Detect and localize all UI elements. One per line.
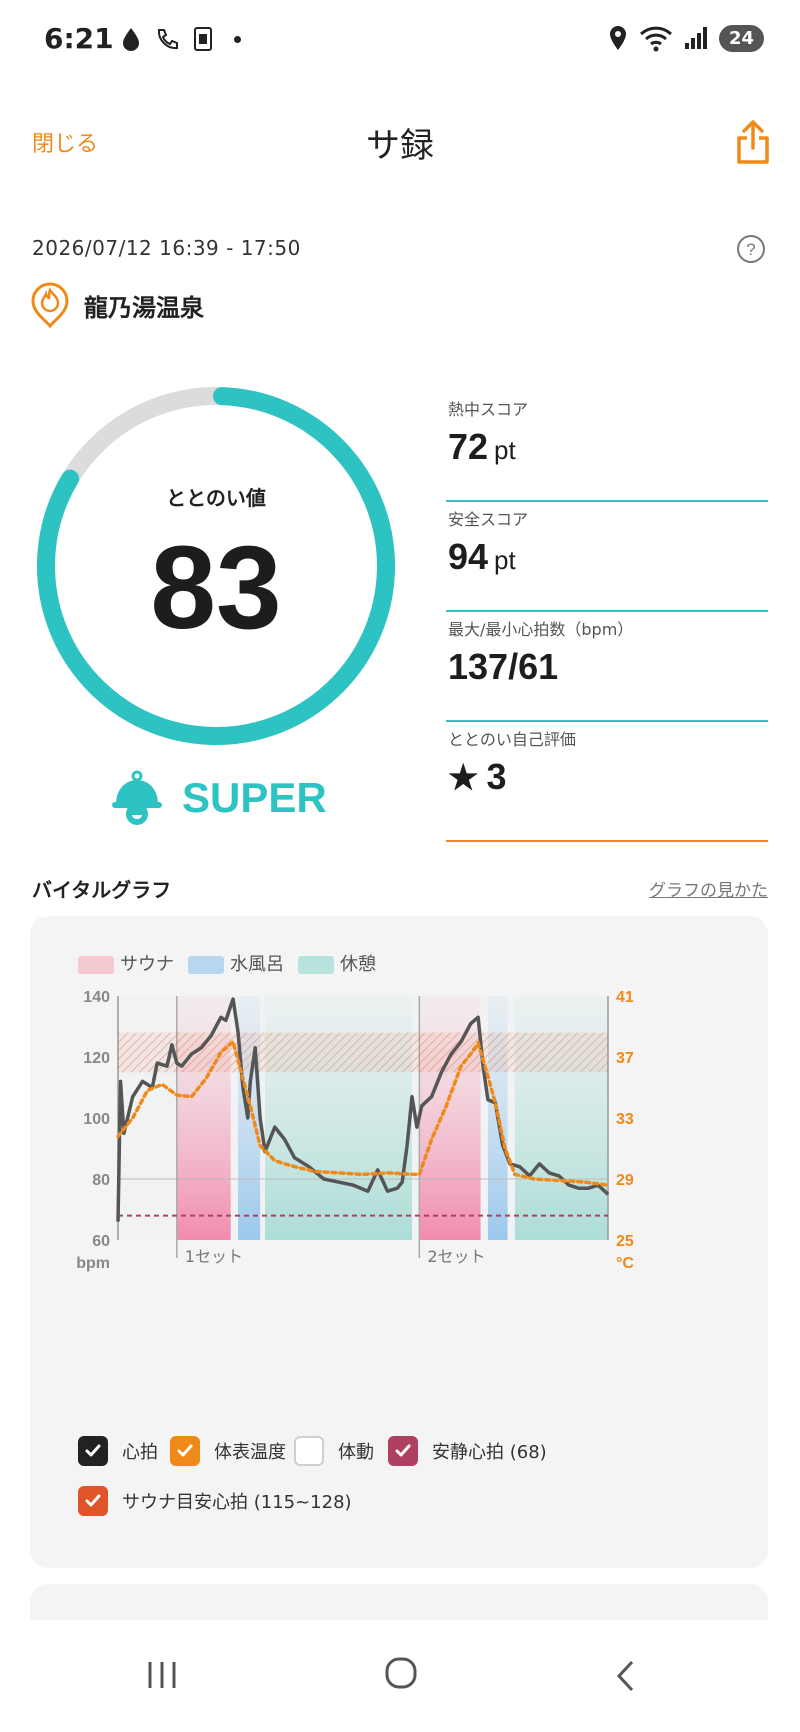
home-button[interactable] <box>384 1656 418 1694</box>
signal-icon <box>684 27 707 49</box>
clock: 6:21 <box>44 22 114 55</box>
checkbox-skin-temp[interactable] <box>170 1436 200 1466</box>
phase-legend: サウナ 水風呂 休憩 <box>78 950 376 976</box>
heat-score-value: 72 <box>448 426 489 467</box>
heart-rate-range-value: 137/61 <box>448 646 559 687</box>
sauna-hat-mascot-icon <box>112 770 162 825</box>
svg-text:?: ? <box>746 240 755 259</box>
rank-row: SUPER <box>110 770 327 826</box>
legend-cold-swatch <box>188 956 224 974</box>
left-tick-label: 140 <box>83 989 110 1006</box>
left-tick-label: 60 <box>92 1233 110 1250</box>
back-button[interactable] <box>614 1660 638 1696</box>
toggle-heart-rate[interactable]: 心拍 <box>78 1436 158 1466</box>
gauge-value: 83 <box>150 522 282 654</box>
phase-sauna <box>176 996 231 1240</box>
gauge-label: ととのい値 <box>166 486 266 510</box>
graph-help-link[interactable]: グラフの見かた <box>649 876 768 901</box>
place-name: 龍乃湯温泉 <box>84 293 204 322</box>
heat-score: 熱中スコア 72 pt <box>446 392 768 502</box>
location-icon <box>609 26 626 50</box>
left-tick-label: 120 <box>83 1050 110 1067</box>
dot-icon <box>234 35 241 43</box>
checkbox-body-motion[interactable] <box>294 1436 324 1466</box>
legend-rest: 休憩 <box>298 950 376 976</box>
checkbox-sauna-target-hr[interactable] <box>78 1486 108 1516</box>
set-label-2: 2セット <box>427 1247 485 1266</box>
place-row: 龍乃湯温泉 <box>30 280 204 330</box>
safety-score-label: 安全スコア <box>448 510 529 529</box>
page-title: サ録 <box>366 126 434 166</box>
left-unit-label: bpm <box>76 1255 110 1272</box>
system-nav-bar <box>0 1620 800 1732</box>
safety-score-unit: pt <box>494 545 516 575</box>
self-rating-value: 3 <box>486 756 507 797</box>
safety-score-value: 94 <box>448 536 489 577</box>
help-button[interactable]: ? <box>736 234 766 268</box>
status-bar: 6:21 24 <box>0 0 800 80</box>
recent-apps-button[interactable] <box>146 1660 178 1694</box>
toggle-sauna-target-hr[interactable]: サウナ目安心拍 (115~128) <box>78 1486 352 1516</box>
right-tick-label: 25 <box>616 1233 634 1250</box>
self-rating-label: ととのい自己評価 <box>448 730 576 749</box>
heart-rate-range: 最大/最小心拍数（bpm） 137/61 <box>446 612 768 722</box>
legend-sauna-swatch <box>78 956 114 974</box>
recent-apps-icon <box>148 1662 176 1688</box>
left-tick-label: 100 <box>83 1111 110 1128</box>
safety-score: 安全スコア 94 pt <box>446 502 768 612</box>
session-datetime: 2026/07/12 16:39 - 17:50 <box>32 236 301 260</box>
battery-indicator: 24 <box>718 24 764 52</box>
rank-label: SUPER <box>182 774 327 821</box>
sim-icon <box>194 27 212 51</box>
legend-sauna: サウナ <box>78 950 174 976</box>
right-tick-label: 37 <box>616 1050 634 1067</box>
toggle-resting-hr[interactable]: 安静心拍 (68) <box>388 1436 547 1466</box>
sauna-flame-pin-icon <box>31 282 69 329</box>
header: 閉じる サ録 <box>0 96 800 186</box>
back-icon <box>616 1660 634 1692</box>
phase-rest <box>265 996 412 1240</box>
heart-rate-range-label: 最大/最小心拍数（bpm） <box>448 620 634 639</box>
vital-graph-title: バイタルグラフ <box>32 878 172 902</box>
vital-chart: 140 120 100 80 60 bpm 41 37 33 29 25 °C 1セット 2セット <box>76 989 634 1272</box>
phase-rest <box>514 996 608 1240</box>
heat-score-unit: pt <box>494 435 516 465</box>
star-icon: ★ <box>448 759 479 797</box>
vital-graph-card: サウナ 水風呂 休憩 140 120 100 80 60 bpm 41 37 33 29 25 °C 1… <box>30 916 768 1568</box>
stats-panel: 熱中スコア 72 pt 安全スコア 94 pt 最大/最小心拍数（bpm） 137/… <box>446 392 768 842</box>
legend-cold-bath: 水風呂 <box>188 950 284 976</box>
home-icon <box>385 1657 417 1689</box>
toggle-body-motion[interactable]: 体動 <box>294 1436 374 1466</box>
drop-icon <box>123 28 139 51</box>
checkbox-resting-hr[interactable] <box>388 1436 418 1466</box>
set-label-1: 1セット <box>185 1247 243 1266</box>
share-button[interactable] <box>736 118 770 170</box>
right-unit-label: °C <box>616 1255 634 1272</box>
self-rating: ととのい自己評価 ★ 3 <box>446 722 768 842</box>
call-icon <box>157 29 178 50</box>
legend-rest-swatch <box>298 956 334 974</box>
right-tick-label: 33 <box>616 1111 634 1128</box>
left-tick-label: 80 <box>92 1172 110 1189</box>
right-tick-label: 29 <box>616 1172 634 1189</box>
checkbox-heart-rate[interactable] <box>78 1436 108 1466</box>
right-tick-label: 41 <box>616 989 634 1006</box>
wifi-icon <box>639 26 672 52</box>
phase-sauna <box>419 996 481 1240</box>
share-icon <box>737 120 769 164</box>
toggle-skin-temp[interactable]: 体表温度 <box>170 1436 286 1466</box>
heat-score-label: 熱中スコア <box>448 400 529 419</box>
question-icon: ? <box>737 235 765 263</box>
